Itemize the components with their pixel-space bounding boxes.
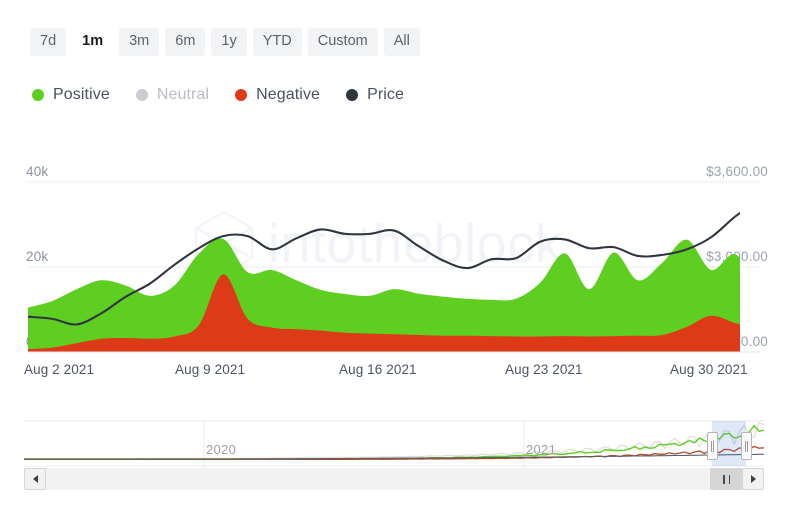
range-button-all[interactable]: All [383, 28, 420, 56]
navigator-year-2020: 2020 [206, 442, 237, 457]
navigator-year-2021: 2021 [526, 442, 557, 457]
legend-item-negative[interactable]: Negative [235, 86, 320, 104]
legend-label-price: Price [367, 86, 405, 103]
navigator-handle-left[interactable] [707, 432, 718, 460]
scrollbar-right-button[interactable] [742, 468, 764, 490]
scrollbar-left-arrow-icon [32, 475, 38, 483]
range-button-1m[interactable]: 1m [72, 28, 114, 56]
x-axis-tick-4: Aug 30 2021 [670, 362, 748, 377]
navigator-series-neutral [24, 422, 765, 460]
scrollbar-right-arrow-icon [750, 475, 756, 483]
range-button-custom[interactable]: Custom [307, 28, 378, 56]
navigator-handle-left-grip-icon [711, 440, 714, 452]
x-axis-tick-1: Aug 9 2021 [175, 362, 246, 377]
legend-label-positive: Positive [53, 86, 110, 103]
x-axis: Aug 2 2021 Aug 9 2021 Aug 16 2021 Aug 23… [0, 362, 788, 386]
navigator-svg [24, 420, 765, 467]
range-navigator[interactable]: 2020 2021 [24, 408, 765, 468]
legend-dot-negative-icon [235, 89, 248, 101]
range-button-1y[interactable]: 1y [211, 28, 247, 56]
navigator-handle-right-grip-icon [745, 440, 748, 452]
x-axis-tick-0: Aug 2 2021 [24, 362, 95, 377]
scrollbar-left-button[interactable] [24, 468, 46, 490]
chart-legend: Positive Neutral Negative Price [32, 86, 404, 104]
navigator-handle-right[interactable] [741, 432, 752, 460]
legend-dot-neutral-icon [135, 89, 148, 101]
watermark: intotheblock [194, 210, 562, 276]
x-axis-tick-2: Aug 16 2021 [339, 362, 417, 377]
legend-item-neutral[interactable]: Neutral [135, 86, 210, 104]
legend-label-negative: Negative [256, 86, 321, 103]
main-plot-svg: intotheblock [28, 181, 760, 353]
chart-widget: 7d 1m 3m 6m 1y YTD Custom All Positive N… [0, 0, 788, 525]
legend-item-price[interactable]: Price [346, 86, 404, 104]
legend-dot-price-icon [346, 89, 359, 101]
range-button-ytd[interactable]: YTD [252, 28, 302, 56]
legend-label-neutral: Neutral [156, 86, 210, 103]
scrollbar-thumb[interactable] [710, 468, 742, 490]
range-button-7d[interactable]: 7d [30, 28, 67, 56]
main-plot[interactable]: intotheblock [0, 150, 788, 365]
navigator-scrollbar[interactable] [24, 468, 764, 490]
x-axis-tick-3: Aug 23 2021 [505, 362, 583, 377]
range-button-6m[interactable]: 6m [165, 28, 206, 56]
range-selector: 7d 1m 3m 6m 1y YTD Custom All [30, 28, 420, 56]
range-button-3m[interactable]: 3m [119, 28, 160, 56]
legend-dot-positive-icon [32, 89, 44, 101]
scrollbar-thumb-grip-icon [722, 474, 730, 484]
legend-item-positive[interactable]: Positive [32, 86, 110, 104]
